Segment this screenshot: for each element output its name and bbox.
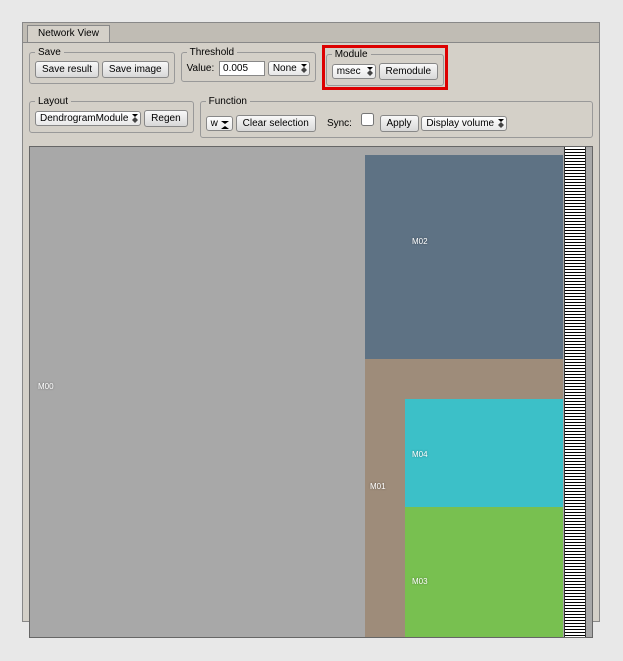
treemap-canvas[interactable]: M00 M02 M01 M04 M03 [29,146,593,638]
toolbar-row-2: Layout DendrogramModule Regen Function w… [23,92,599,142]
block-m04[interactable] [405,399,563,507]
apply-button[interactable]: Apply [380,115,419,132]
module-name-select[interactable]: msec [332,64,376,79]
sync-checkbox[interactable] [361,113,374,126]
block-m00[interactable] [30,147,365,637]
regen-button[interactable]: Regen [144,110,187,127]
function-var-select[interactable]: w [206,116,233,131]
function-legend: Function [206,96,250,107]
tab-network-view[interactable]: Network View [27,25,110,42]
save-group: Save Save result Save image [29,47,175,84]
remodule-button[interactable]: Remodule [379,63,439,80]
main-panel: Network View Save Save result Save image… [22,22,600,622]
layout-mode-select[interactable]: DendrogramModule [35,111,141,126]
toolbar-row-1: Save Save result Save image Threshold Va… [23,43,599,92]
block-m02[interactable] [365,155,563,359]
save-legend: Save [35,47,64,58]
save-image-button[interactable]: Save image [102,61,169,78]
threshold-legend: Threshold [187,47,237,58]
sync-label: Sync: [327,118,352,129]
block-m03[interactable] [405,507,563,637]
threshold-method-select[interactable]: None [268,61,310,76]
save-result-button[interactable]: Save result [35,61,99,78]
module-highlight: Module msec Remodule [322,45,448,90]
module-legend: Module [332,49,371,60]
module-group: Module msec Remodule [326,49,444,86]
tab-strip: Network View [23,23,599,43]
display-mode-select[interactable]: Display volume [421,116,507,131]
threshold-value-label: Value: [187,63,215,74]
threshold-value-input[interactable] [219,61,265,76]
layout-group: Layout DendrogramModule Regen [29,96,194,133]
block-band[interactable] [365,359,563,399]
ruler-strip [564,147,586,637]
function-group: Function w Clear selection Sync: Apply D… [200,96,593,138]
threshold-group: Threshold Value: None [181,47,316,82]
clear-selection-button[interactable]: Clear selection [236,115,316,132]
block-m01[interactable] [365,399,405,637]
layout-legend: Layout [35,96,71,107]
